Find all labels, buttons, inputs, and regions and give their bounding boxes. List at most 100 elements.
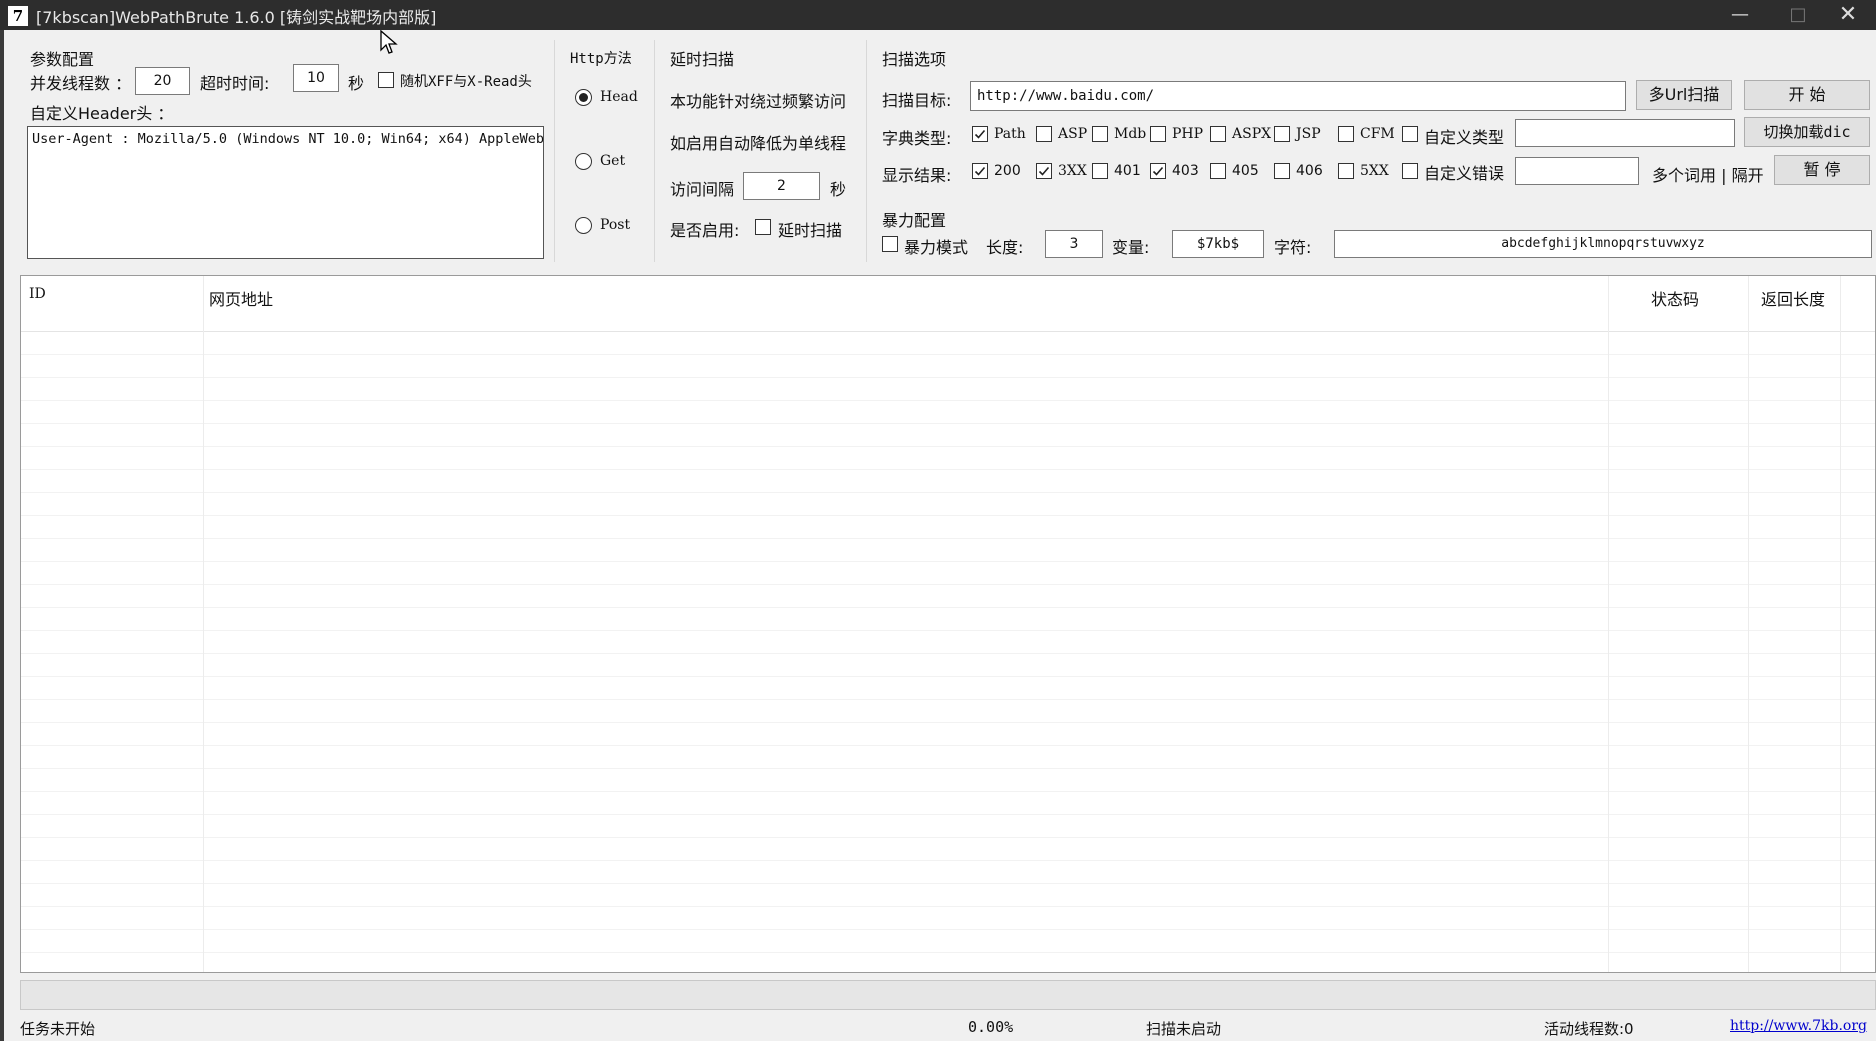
dict-path-checkbox[interactable] [972, 126, 988, 142]
result-3xx-label: 3XX [1058, 163, 1087, 179]
threads-input[interactable]: 20 [135, 67, 190, 95]
grid-line [21, 492, 1875, 493]
xff-label: 随机XFF与X-Read头 [400, 74, 532, 90]
result-200-checkbox[interactable] [972, 163, 988, 179]
status-scan-state: 扫描未启动 [1146, 1020, 1222, 1038]
result-406-checkbox[interactable] [1274, 163, 1290, 179]
brute-length-label: 长度: [986, 238, 1024, 257]
target-input[interactable]: http://www.baidu.com/ [970, 81, 1626, 111]
status-percent: 0.00% [968, 1018, 1014, 1036]
dict-custom-label: 自定义类型 [1424, 128, 1505, 147]
grid-line [21, 377, 1875, 378]
divider [654, 40, 655, 262]
delay-enable-checkbox[interactable] [755, 219, 771, 235]
target-label: 扫描目标: [882, 91, 952, 110]
grid-line [21, 607, 1875, 608]
grid-line [21, 883, 1875, 884]
divider [554, 40, 555, 262]
column-header-id[interactable]: ID [29, 286, 46, 302]
dict-aspx-checkbox[interactable] [1210, 126, 1226, 142]
dict-asp-label: ASP [1058, 126, 1088, 142]
scan-group-title: 扫描选项 [882, 50, 947, 69]
custom-error-input[interactable] [1515, 157, 1639, 185]
result-401-label: 401 [1114, 163, 1141, 179]
grid-line [21, 538, 1875, 539]
brute-var-input[interactable]: $7kb$ [1172, 230, 1264, 258]
grid-line [21, 906, 1875, 907]
xff-checkbox[interactable] [378, 72, 394, 88]
column-header-url[interactable]: 网页地址 [209, 286, 273, 310]
header-textarea[interactable]: User-Agent : Mozilla/5.0 (Windows NT 10.… [27, 126, 544, 259]
pause-button[interactable]: 暂 停 [1774, 155, 1870, 185]
result-200-label: 200 [994, 163, 1021, 179]
dict-custom-checkbox[interactable] [1402, 126, 1418, 142]
dict-label: 字典类型: [882, 129, 952, 148]
dict-mdb-checkbox[interactable] [1092, 126, 1108, 142]
grid-line [21, 515, 1875, 516]
switch-dict-button[interactable]: 切换加载dic [1744, 117, 1870, 147]
radio-post[interactable] [575, 217, 592, 234]
close-icon[interactable]: ✕ [1820, 0, 1876, 30]
column-header-status[interactable]: 状态码 [1651, 286, 1699, 310]
status-link[interactable]: http://www.7kb.org [1730, 1018, 1867, 1034]
result-405-checkbox[interactable] [1210, 163, 1226, 179]
result-405-label: 405 [1232, 163, 1259, 179]
result-custom-label: 自定义错误 [1424, 164, 1505, 183]
interval-label: 访问间隔 [670, 180, 735, 199]
checkmark-icon [974, 129, 986, 139]
radio-head[interactable] [575, 89, 592, 106]
result-403-label: 403 [1172, 163, 1199, 179]
grid-line [21, 745, 1875, 746]
grid-line [21, 653, 1875, 654]
timeout-label: 超时时间: [200, 74, 270, 93]
dict-php-checkbox[interactable] [1150, 126, 1166, 142]
dict-mdb-label: Mdb [1114, 126, 1147, 142]
column-divider [203, 276, 204, 972]
timeout-unit: 秒 [348, 74, 365, 93]
dict-jsp-checkbox[interactable] [1274, 126, 1290, 142]
result-custom-checkbox[interactable] [1402, 163, 1418, 179]
result-5xx-label: 5XX [1360, 163, 1389, 179]
result-5xx-checkbox[interactable] [1338, 163, 1354, 179]
dict-cfm-label: CFM [1360, 126, 1395, 142]
brute-length-input[interactable]: 3 [1045, 230, 1103, 258]
brute-mode-checkbox[interactable] [882, 236, 898, 252]
result-401-checkbox[interactable] [1092, 163, 1108, 179]
brute-group-title: 暴力配置 [882, 211, 947, 230]
column-header-length[interactable]: 返回长度 [1761, 286, 1825, 310]
dict-cfm-checkbox[interactable] [1338, 126, 1354, 142]
grid-line [21, 768, 1875, 769]
custom-type-input[interactable] [1515, 119, 1735, 147]
multi-url-button[interactable]: 多Url扫描 [1636, 80, 1732, 110]
brute-chars-input[interactable]: abcdefghijklmnopqrstuvwxyz [1334, 230, 1872, 258]
result-3xx-checkbox[interactable] [1036, 163, 1052, 179]
grid-line [21, 814, 1875, 815]
minimize-icon[interactable]: — [1712, 0, 1768, 30]
app-icon: 7 [8, 6, 28, 26]
mouse-cursor-icon [380, 30, 398, 54]
grid-line [21, 423, 1875, 424]
divider [866, 40, 867, 262]
radio-get[interactable] [575, 153, 592, 170]
column-divider [1608, 276, 1609, 972]
dict-aspx-label: ASPX [1232, 126, 1272, 142]
grid-line [21, 584, 1875, 585]
brute-chars-label: 字符: [1274, 238, 1312, 257]
start-button[interactable]: 开 始 [1744, 80, 1870, 110]
column-divider [1840, 276, 1841, 972]
grid-line [21, 722, 1875, 723]
grid-line [21, 699, 1875, 700]
interval-input[interactable]: 2 [743, 172, 820, 200]
grid-line [21, 791, 1875, 792]
grid-line [21, 929, 1875, 930]
http-group-title: Http方法 [570, 51, 632, 67]
dict-asp-checkbox[interactable] [1036, 126, 1052, 142]
delay-enable-label: 是否启用: [670, 221, 740, 240]
timeout-input[interactable]: 10 [293, 64, 339, 92]
status-task: 任务未开始 [20, 1020, 96, 1038]
delay-desc-2: 如启用自动降低为单线程 [670, 134, 847, 153]
result-403-checkbox[interactable] [1150, 163, 1166, 179]
grid-line [21, 860, 1875, 861]
results-table[interactable]: ID 网页地址 状态码 返回长度 [20, 275, 1876, 973]
maximize-icon[interactable]: □ [1770, 0, 1826, 30]
